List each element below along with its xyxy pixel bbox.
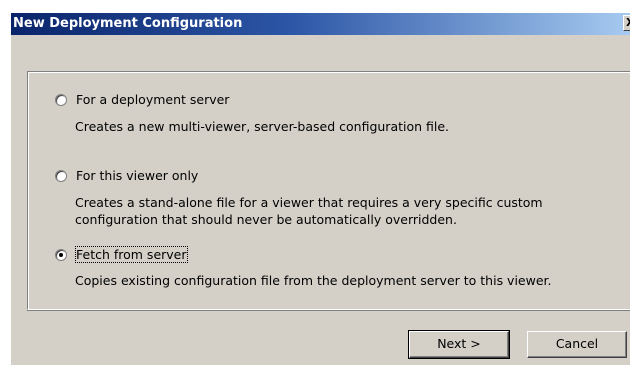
option-label-this-viewer-only[interactable]: For this viewer only: [76, 168, 198, 183]
option-label-fetch-from-server[interactable]: Fetch from server: [75, 246, 188, 263]
option-description-deployment-server: Creates a new multi-viewer, server-based…: [75, 119, 450, 134]
radio-this-viewer-only[interactable]: [55, 170, 67, 182]
close-button[interactable]: X: [623, 15, 630, 31]
option-label-deployment-server[interactable]: For a deployment server: [76, 92, 229, 107]
option-description-this-viewer-only: Creates a stand-alone file for a viewer …: [75, 195, 543, 227]
cancel-button[interactable]: Cancel: [527, 331, 627, 358]
next-button-label: Next >: [437, 336, 481, 351]
new-deployment-configuration-dialog: New Deployment Configuration X For a dep…: [10, 12, 630, 365]
option-description-fetch-from-server: Copies existing configuration file from …: [75, 273, 552, 288]
title-bar: New Deployment Configuration X: [11, 13, 630, 35]
dialog-title: New Deployment Configuration: [13, 16, 243, 31]
radio-selected-dot: [59, 253, 63, 257]
next-button[interactable]: Next >: [408, 330, 510, 359]
radio-fetch-from-server[interactable]: [55, 249, 67, 261]
close-icon: X: [626, 16, 630, 29]
radio-deployment-server[interactable]: [55, 94, 67, 106]
cancel-button-label: Cancel: [555, 336, 599, 351]
